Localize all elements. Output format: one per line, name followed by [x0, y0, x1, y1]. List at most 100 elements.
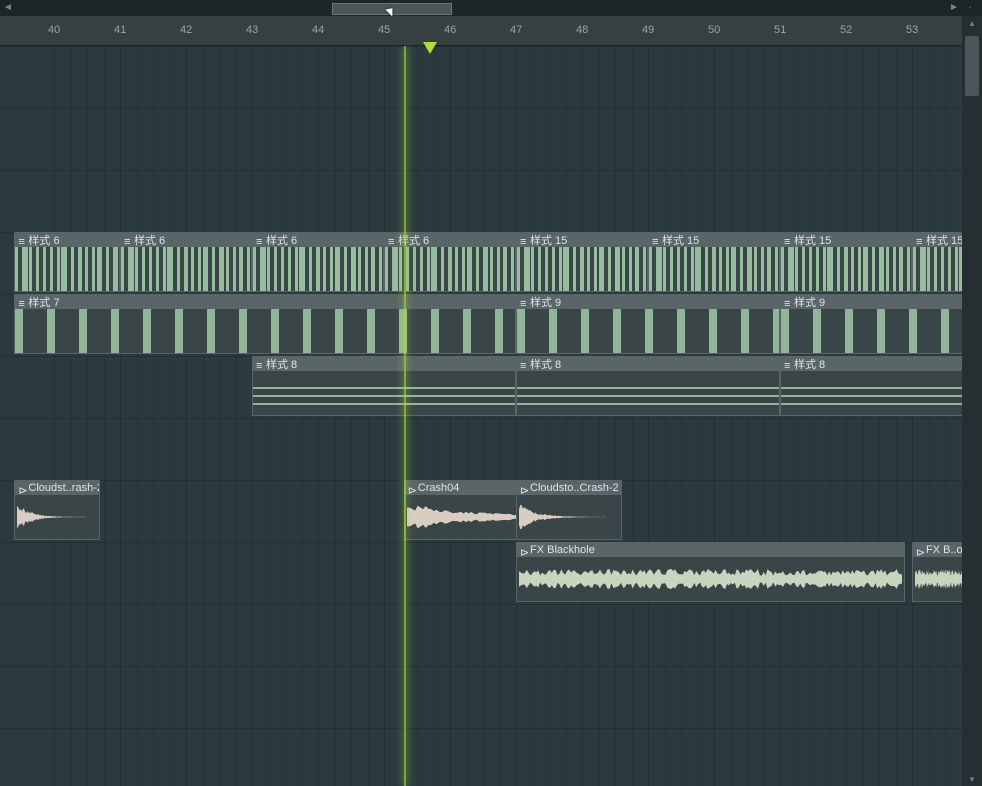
clip-header[interactable]: ≡样式 15 [517, 233, 647, 247]
pattern-icon: ≡ [520, 298, 528, 306]
pattern-icon: ≡ [124, 236, 132, 244]
clip-label: 样式 6 [28, 232, 59, 248]
pattern-clip[interactable]: ≡样式 15 [648, 232, 780, 292]
pattern-icon: ≡ [18, 298, 26, 306]
clip-header[interactable]: ≡样式 8 [517, 357, 779, 371]
clip-header[interactable]: ≡样式 8 [781, 357, 962, 371]
clip-header[interactable]: ≡样式 9 [517, 295, 779, 309]
ruler-tick: 43 [246, 24, 258, 36]
scroll-thumb[interactable] [965, 36, 979, 96]
pattern-clip[interactable]: ≡样式 9 [516, 294, 780, 354]
pattern-clip[interactable]: ≡样式 6 [14, 232, 120, 292]
waveform-icon: ⊳ [18, 484, 26, 492]
clip-header[interactable]: ⊳Cloudsto..Crash-2 [517, 481, 621, 495]
clip-label: 样式 8 [530, 356, 561, 372]
nav-right-icon[interactable]: ► [946, 0, 962, 16]
ruler-tick: 52 [840, 24, 852, 36]
clip-header[interactable]: ≡样式 7 [15, 295, 515, 309]
pattern-clip[interactable]: ≡样式 15 [516, 232, 648, 292]
clip-label: FX B..ole [926, 544, 962, 556]
clip-header[interactable]: ≡样式 9 [781, 295, 962, 309]
clip-label: 样式 8 [794, 356, 825, 372]
clip-body [15, 309, 515, 353]
waveform-icon: ⊳ [520, 546, 528, 554]
audio-clip[interactable]: ⊳Cloudsto..Crash-2 [516, 480, 622, 540]
pattern-clip[interactable]: ≡样式 8 [516, 356, 780, 416]
clip-label: 样式 15 [662, 232, 699, 248]
timeline-ruler[interactable]: 4041424344454647484950515253 [0, 16, 982, 46]
pattern-clip[interactable]: ≡样式 15 [780, 232, 912, 292]
grid [0, 46, 962, 786]
clip-label: 样式 6 [266, 232, 297, 248]
clip-label: Cloudsto..Crash-2 [530, 482, 619, 494]
ruler-tick: 48 [576, 24, 588, 36]
ruler-tick: 41 [114, 24, 126, 36]
pattern-clip[interactable]: ≡样式 9 [780, 294, 962, 354]
clip-header[interactable]: ≡样式 15 [913, 233, 962, 247]
pattern-clip[interactable]: ≡样式 8 [780, 356, 962, 416]
pattern-clip[interactable]: ≡样式 6 [120, 232, 252, 292]
clip-label: Cloudst..rash-2 [28, 482, 100, 494]
clip-label: 样式 7 [28, 294, 59, 310]
clip-body [15, 495, 99, 539]
clip-header[interactable]: ⊳Cloudst..rash-2 [15, 481, 99, 495]
clip-body [913, 247, 962, 291]
pattern-icon: ≡ [388, 236, 396, 244]
audio-clip[interactable]: ⊳Cloudst..rash-2 [14, 480, 100, 540]
pattern-clip[interactable]: ≡样式 6 [252, 232, 384, 292]
minimap-bar[interactable]: ◄ ► · [0, 0, 982, 16]
nav-end-icon[interactable]: · [962, 0, 978, 16]
clip-body [781, 247, 911, 291]
clip-header[interactable]: ≡样式 15 [781, 233, 911, 247]
ruler-tick: 46 [444, 24, 456, 36]
clip-body [121, 247, 251, 291]
waveform-icon: ⊳ [408, 484, 416, 492]
clip-label: 样式 6 [134, 232, 165, 248]
pattern-icon: ≡ [256, 360, 264, 368]
clip-label: 样式 6 [398, 232, 429, 248]
audio-clip[interactable]: ⊳FX Blackhole [516, 542, 905, 602]
loop-marker-icon[interactable] [423, 42, 437, 54]
pattern-icon: ≡ [256, 236, 264, 244]
clip-label: 样式 15 [926, 232, 962, 248]
clip-body [517, 557, 904, 601]
clip-header[interactable]: ≡样式 6 [121, 233, 251, 247]
clip-header[interactable]: ≡样式 15 [649, 233, 779, 247]
clip-label: FX Blackhole [530, 544, 595, 556]
scroll-down-icon[interactable]: ▾ [962, 772, 982, 786]
pattern-icon: ≡ [520, 360, 528, 368]
nav-left-icon[interactable]: ◄ [0, 0, 16, 16]
audio-clip[interactable]: ⊳FX B..ole [912, 542, 962, 602]
clip-label: 样式 15 [794, 232, 831, 248]
clip-label: 样式 9 [794, 294, 825, 310]
clip-header[interactable]: ≡样式 6 [253, 233, 383, 247]
clip-label: 样式 9 [530, 294, 561, 310]
ruler-tick: 44 [312, 24, 324, 36]
clip-body [253, 247, 383, 291]
clip-body [517, 247, 647, 291]
ruler-tick: 49 [642, 24, 654, 36]
scroll-up-icon[interactable]: ▴ [962, 16, 982, 30]
vertical-scrollbar[interactable]: ▴ ▾ [962, 16, 982, 786]
clip-header[interactable]: ≡样式 8 [253, 357, 515, 371]
clip-body [15, 247, 119, 291]
pattern-icon: ≡ [916, 236, 924, 244]
pattern-icon: ≡ [784, 236, 792, 244]
pattern-clip[interactable]: ≡样式 7 [14, 294, 516, 354]
waveform-icon: ⊳ [916, 546, 924, 554]
clip-header[interactable]: ≡样式 6 [385, 233, 515, 247]
pattern-icon: ≡ [784, 298, 792, 306]
pattern-clip[interactable]: ≡样式 6 [384, 232, 516, 292]
pattern-icon: ≡ [652, 236, 660, 244]
clip-body [517, 495, 621, 539]
clip-header[interactable]: ⊳FX B..ole [913, 543, 962, 557]
ruler-tick: 45 [378, 24, 390, 36]
clip-header[interactable]: ≡样式 6 [15, 233, 119, 247]
ruler-tick: 50 [708, 24, 720, 36]
pattern-icon: ≡ [784, 360, 792, 368]
pattern-clip[interactable]: ≡样式 8 [252, 356, 516, 416]
clip-header[interactable]: ⊳FX Blackhole [517, 543, 904, 557]
clip-body [913, 557, 962, 601]
pattern-clip[interactable]: ≡样式 15 [912, 232, 962, 292]
playlist-area[interactable]: ≡样式 6≡样式 6≡样式 6≡样式 6≡样式 15≡样式 15≡样式 15≡样… [0, 46, 962, 786]
